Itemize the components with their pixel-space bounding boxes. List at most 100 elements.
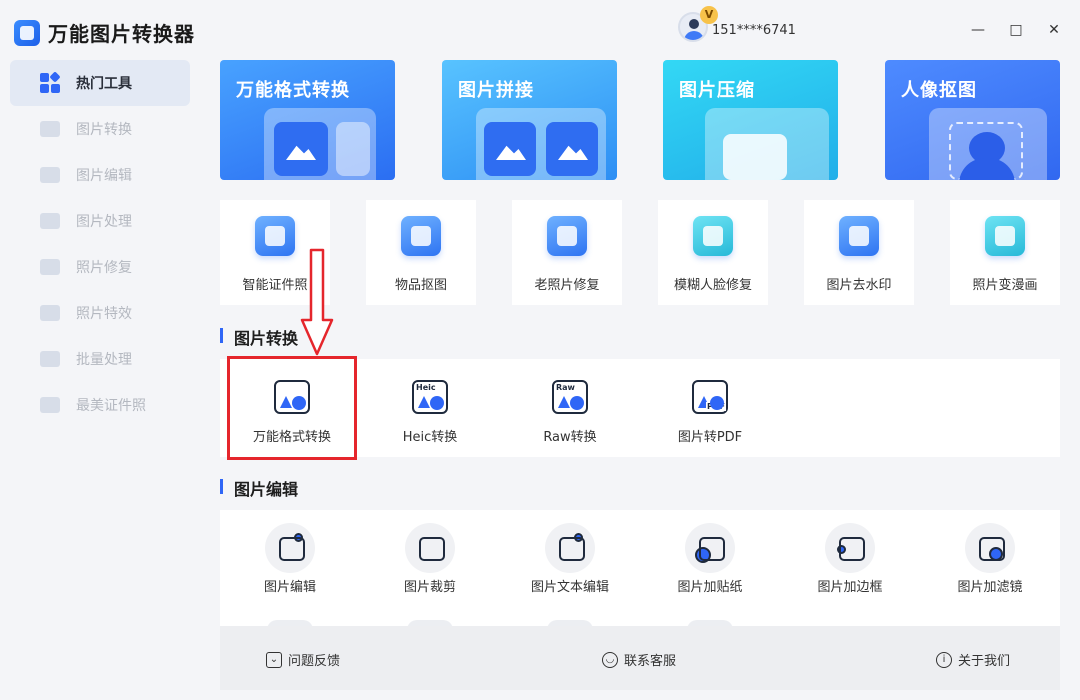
- sidebar-item-photo-repair[interactable]: 照片修复: [10, 244, 190, 290]
- edit-tool-label: 图片文本编辑: [530, 580, 609, 595]
- tool-label: 图片去水印: [826, 278, 892, 293]
- grid-icon: [40, 71, 61, 93]
- image-convert-icon: [40, 121, 60, 137]
- id-card-icon: [255, 216, 295, 256]
- edit-tool-filter[interactable]: 图片加滤镜: [920, 518, 1060, 608]
- edit-tool-sticker[interactable]: 图片加贴纸: [640, 518, 780, 608]
- footer-label: 问题反馈: [288, 654, 341, 669]
- banner-image-compress[interactable]: 图片压缩: [663, 60, 838, 180]
- crop-icon: [405, 523, 455, 573]
- pdf-file-icon: PDF: [692, 380, 728, 414]
- maximize-button[interactable]: □: [1006, 20, 1026, 40]
- frame-icon: [825, 523, 875, 573]
- chat-icon: ◡: [602, 651, 618, 668]
- support-button[interactable]: ◡ 联系客服: [602, 650, 676, 669]
- convert-tool-raw[interactable]: Raw Raw转换: [500, 362, 640, 457]
- id-photo-icon: [40, 397, 60, 413]
- section-title-convert: 图片转换: [220, 325, 298, 349]
- footer-bar: ⌄ 问题反馈 ◡ 联系客服 i 关于我们: [220, 626, 1060, 690]
- convert-tool-pdf[interactable]: PDF 图片转PDF: [640, 362, 780, 457]
- sidebar-item-label: 图片编辑: [76, 168, 132, 184]
- sidebar-item-label: 图片处理: [76, 214, 132, 230]
- footer-label: 联系客服: [624, 654, 677, 669]
- sticker-icon: [685, 523, 735, 573]
- sidebar: 万能图片转换器 热门工具 图片转换 图片编辑 图片处理 照片修复 照片特效 批量…: [0, 0, 200, 700]
- portrait-cutout-icon: [929, 108, 1047, 180]
- photo-repair-icon: [40, 259, 60, 275]
- image-settings-icon: [265, 523, 315, 573]
- convert-tool-label: Heic转换: [402, 430, 458, 445]
- sidebar-nav: 热门工具 图片转换 图片编辑 图片处理 照片修复 照片特效 批量处理 最美证件照: [10, 60, 190, 428]
- vip-badge: V: [700, 6, 718, 24]
- raw-file-icon: Raw: [552, 380, 588, 414]
- tool-label: 照片变漫画: [972, 278, 1038, 293]
- edit-tool-crop[interactable]: 图片裁剪: [360, 518, 500, 608]
- highlight-box: [227, 356, 357, 460]
- filter-icon: [965, 523, 1015, 573]
- edit-tool-frame[interactable]: 图片加边框: [780, 518, 920, 608]
- user-account[interactable]: V 151****6741: [678, 6, 796, 42]
- file-tag: PDF: [706, 402, 726, 411]
- about-button[interactable]: i 关于我们: [936, 650, 1010, 669]
- edit-tool-label: 图片加贴纸: [677, 580, 743, 595]
- sidebar-item-batch[interactable]: 批量处理: [10, 336, 190, 382]
- sidebar-item-id-photo[interactable]: 最美证件照: [10, 382, 190, 428]
- sidebar-item-label: 照片修复: [76, 260, 132, 276]
- heic-file-icon: Heic: [412, 380, 448, 414]
- image-process-icon: [40, 213, 60, 229]
- tool-face-repair[interactable]: 模糊人脸修复: [658, 200, 768, 305]
- sidebar-item-image-edit[interactable]: 图片编辑: [10, 152, 190, 198]
- tool-label: 老照片修复: [534, 278, 600, 293]
- image-stitch-icon: [476, 108, 606, 180]
- sidebar-item-image-process[interactable]: 图片处理: [10, 198, 190, 244]
- edit-tool-label: 图片裁剪: [403, 580, 456, 595]
- edit-tool-label: 图片加边框: [817, 580, 883, 595]
- close-button[interactable]: ✕: [1044, 20, 1064, 40]
- app-brand: 万能图片转换器: [14, 18, 195, 47]
- format-convert-icon: [264, 108, 376, 180]
- banner-title: 万能格式转换: [236, 80, 350, 101]
- batch-icon: [40, 351, 60, 367]
- footer-label: 关于我们: [958, 654, 1011, 669]
- app-logo-icon: [14, 19, 40, 46]
- tool-object-cutout[interactable]: 物品抠图: [366, 200, 476, 305]
- user-phone: 151****6741: [712, 22, 796, 38]
- sidebar-item-photo-effect[interactable]: 照片特效: [10, 290, 190, 336]
- sidebar-item-hot-tools[interactable]: 热门工具: [10, 60, 190, 106]
- sidebar-item-image-convert[interactable]: 图片转换: [10, 106, 190, 152]
- banner-image-stitch[interactable]: 图片拼接: [442, 60, 617, 180]
- sidebar-item-label: 批量处理: [76, 352, 132, 368]
- convert-tool-label: 图片转PDF: [677, 430, 743, 445]
- bag-icon: [401, 216, 441, 256]
- minimize-button[interactable]: —: [968, 20, 988, 40]
- app-title: 万能图片转换器: [48, 22, 195, 46]
- sidebar-item-label: 热门工具: [76, 76, 132, 92]
- image-edit-icon: [40, 167, 60, 183]
- banner-format-convert[interactable]: 万能格式转换: [220, 60, 395, 180]
- sidebar-item-label: 图片转换: [76, 122, 132, 138]
- feedback-button[interactable]: ⌄ 问题反馈: [266, 650, 340, 669]
- tool-photo-cartoon[interactable]: 照片变漫画: [950, 200, 1060, 305]
- face-repair-icon: [693, 216, 733, 256]
- edit-tool-text[interactable]: 图片文本编辑: [500, 518, 640, 608]
- banner-title: 人像抠图: [901, 80, 977, 101]
- convert-tool-heic[interactable]: Heic Heic转换: [360, 362, 500, 457]
- info-icon: i: [936, 651, 952, 668]
- edit-tool-label: 图片编辑: [263, 580, 316, 595]
- tool-label: 物品抠图: [394, 278, 447, 293]
- tool-watermark-remove[interactable]: 图片去水印: [804, 200, 914, 305]
- section-title-edit: 图片编辑: [220, 476, 298, 500]
- text-edit-icon: [545, 523, 595, 573]
- banner-portrait-cutout[interactable]: 人像抠图: [885, 60, 1060, 180]
- edit-tool-image-edit[interactable]: 图片编辑: [220, 518, 360, 608]
- sidebar-item-label: 最美证件照: [76, 398, 146, 414]
- edit-tool-label: 图片加滤镜: [957, 580, 1023, 595]
- tool-old-photo-repair[interactable]: 老照片修复: [512, 200, 622, 305]
- banner-title: 图片压缩: [679, 80, 755, 101]
- photo-effect-icon: [40, 305, 60, 321]
- down-arrow-icon: [300, 248, 334, 356]
- file-tag: Raw: [555, 383, 576, 392]
- banner-title: 图片拼接: [458, 80, 534, 101]
- cartoon-icon: [985, 216, 1025, 256]
- image-compress-icon: [705, 108, 829, 180]
